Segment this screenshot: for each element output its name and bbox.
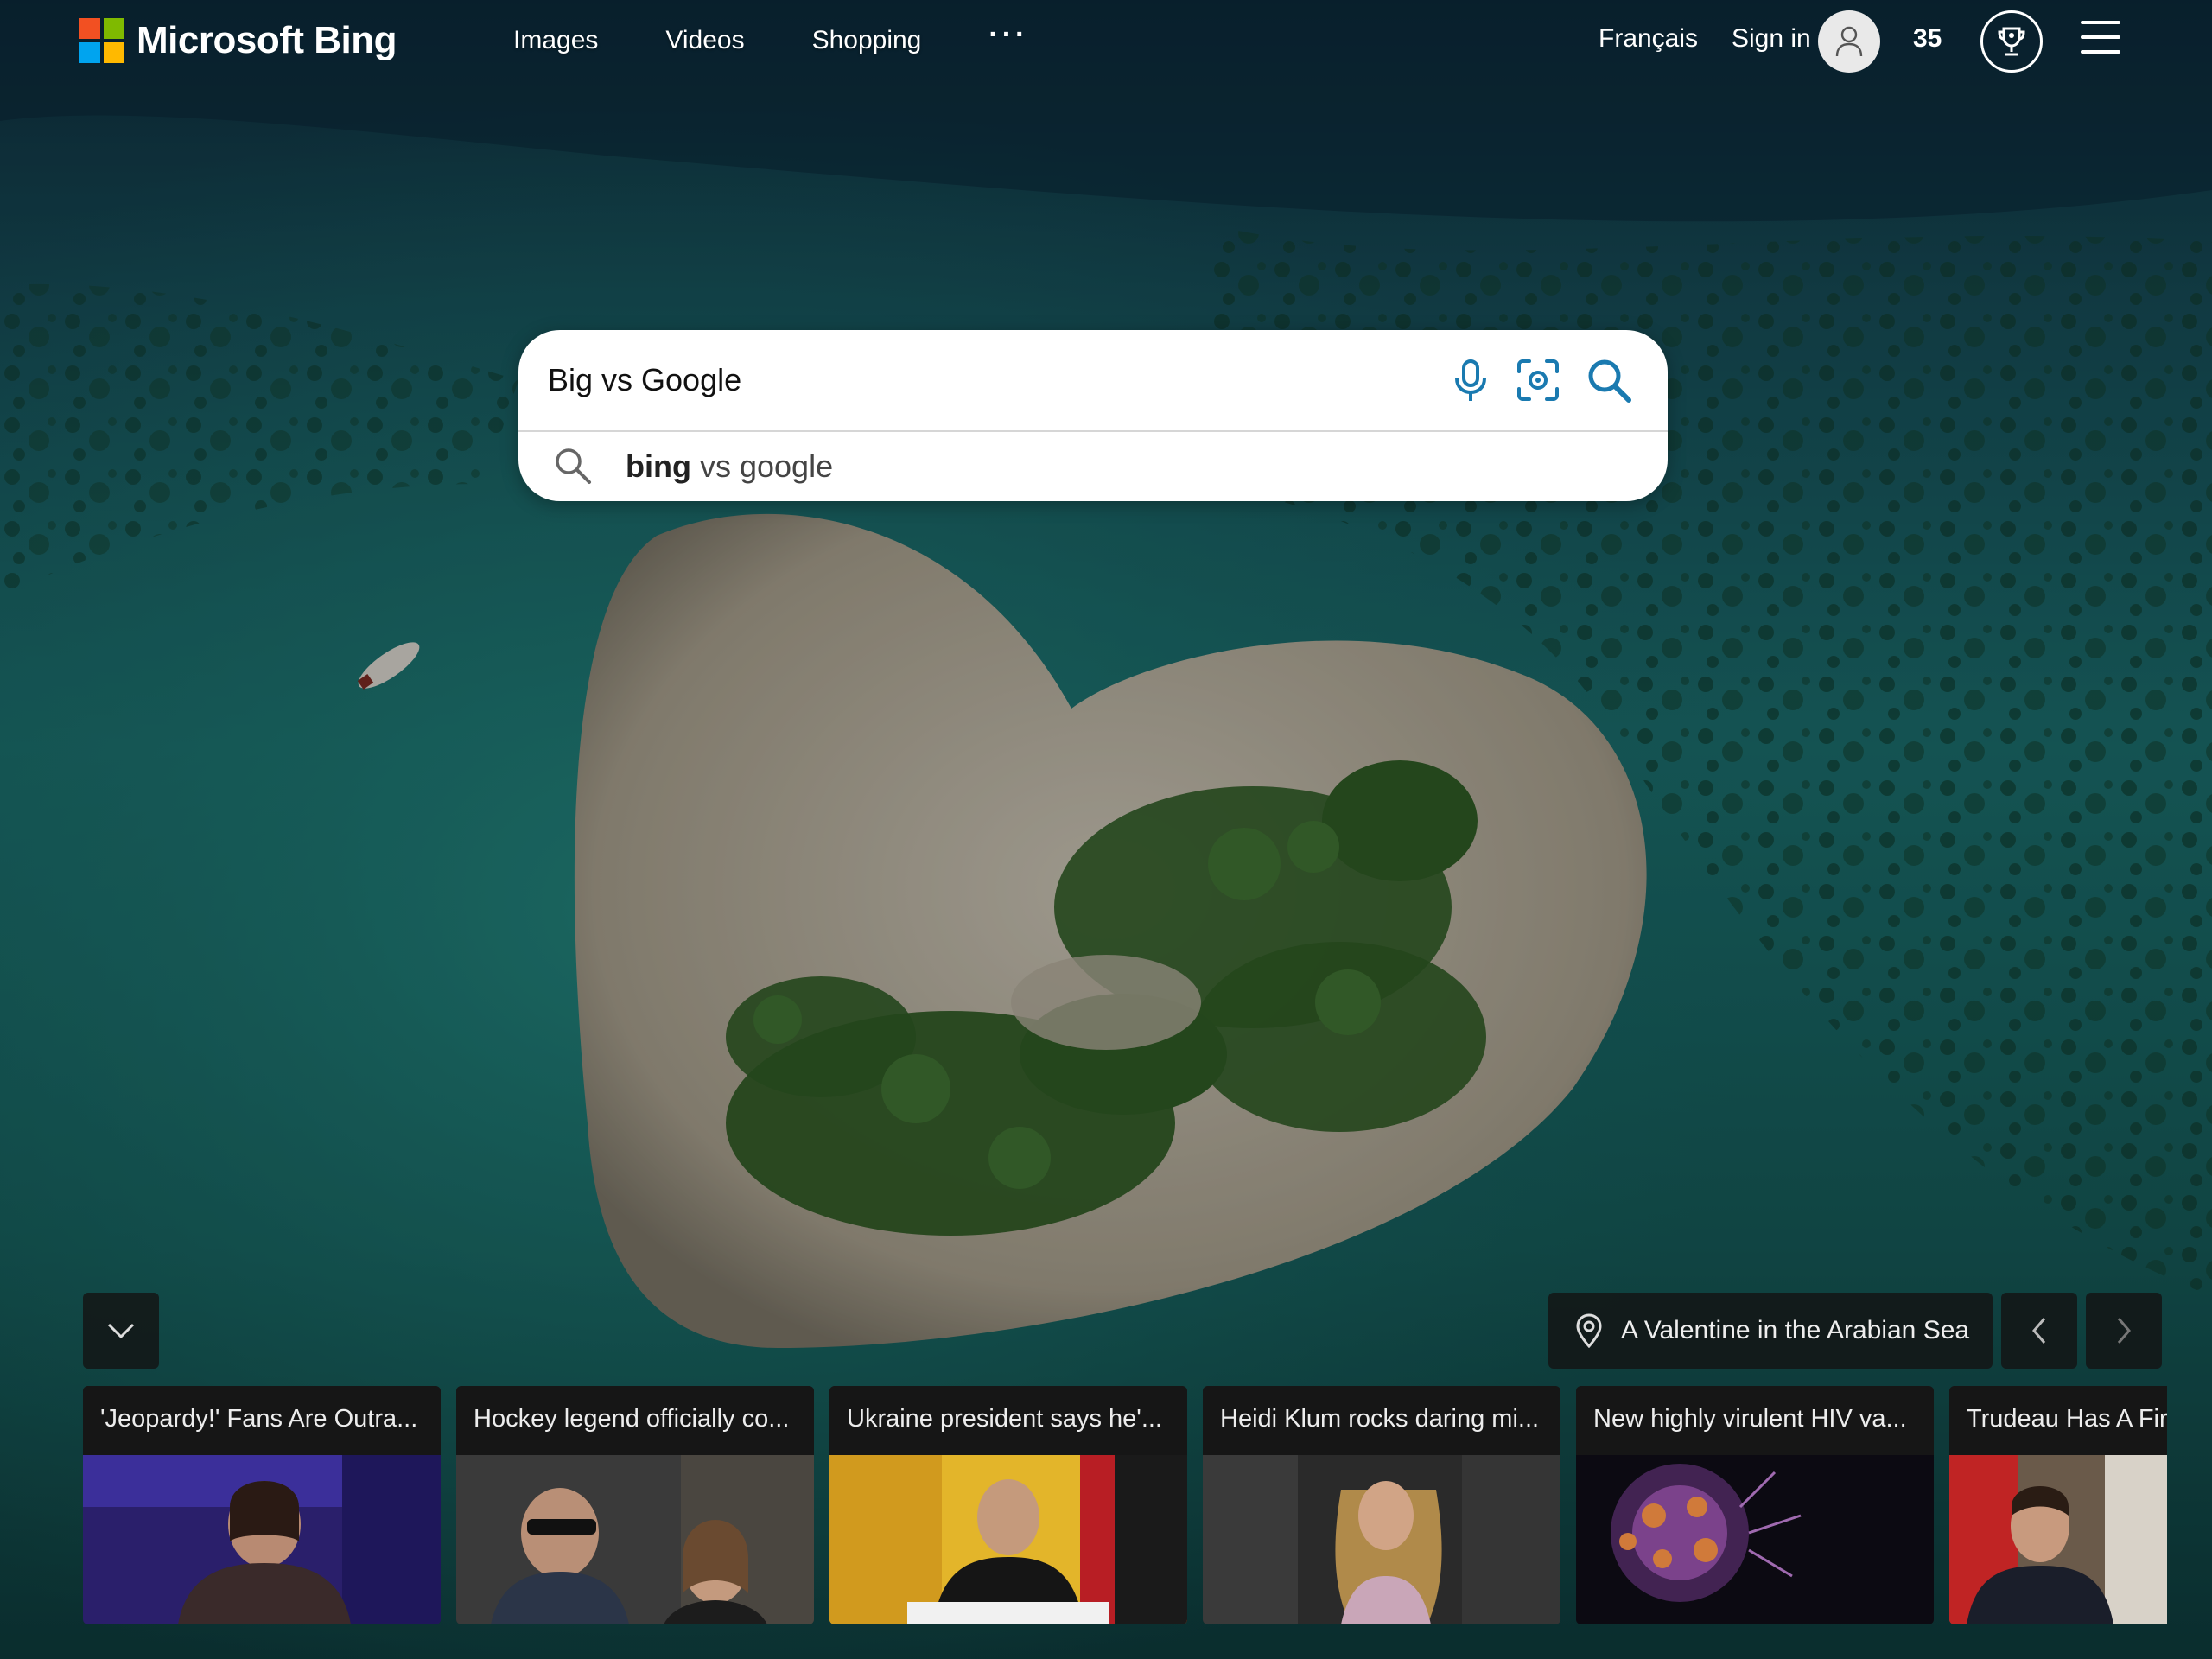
rewards-trophy-icon[interactable]: [1980, 10, 2043, 73]
news-card-image: [456, 1455, 814, 1624]
news-title-text: 'Jeopardy!' Fans Are Outra...: [100, 1405, 418, 1433]
news-card[interactable]: Heidi Klum rocks daring mi...: [1203, 1386, 1560, 1624]
news-title-text: Hockey legend officially co...: [474, 1405, 790, 1433]
news-card[interactable]: 'Jeopardy!' Fans Are Outra...: [83, 1386, 441, 1624]
news-card-title: New highly virulent HIV va...: [1576, 1386, 1934, 1455]
nav-shopping[interactable]: Shopping: [812, 26, 922, 55]
news-title-text: New highly virulent HIV va...: [1593, 1405, 1907, 1433]
news-card[interactable]: Hockey legend officially co...: [456, 1386, 814, 1624]
news-card-title: 'Jeopardy!' Fans Are Outra...: [83, 1386, 441, 1455]
nav-videos[interactable]: Videos: [665, 26, 744, 55]
language-link[interactable]: Français: [1599, 24, 1698, 54]
suggestion-text: bing vs google: [626, 448, 833, 485]
news-card-image: [1949, 1455, 2167, 1624]
rewards-points[interactable]: 35: [1913, 24, 1942, 54]
news-card[interactable]: Ukraine president says he'...: [830, 1386, 1187, 1624]
suggestion-bold: bing: [626, 448, 691, 484]
image-caption[interactable]: A Valentine in the Arabian Sea: [1548, 1293, 1993, 1369]
news-carousel: 'Jeopardy!' Fans Are Outra... Hockey leg…: [83, 1386, 2167, 1624]
news-card[interactable]: New highly virulent HIV va...: [1576, 1386, 1934, 1624]
chevron-right-icon: [2117, 1318, 2131, 1344]
account-area: Français Sign in 35: [1348, 10, 2212, 73]
location-pin-icon: [1576, 1313, 1602, 1348]
collapse-feed-button[interactable]: [83, 1293, 159, 1369]
previous-image-button[interactable]: [2001, 1293, 2077, 1369]
chevron-left-icon: [2032, 1318, 2046, 1344]
news-card-title: Ukraine president says he'...: [830, 1386, 1187, 1455]
more-menu-button[interactable]: ···: [988, 18, 1028, 52]
news-title-text: Ukraine president says he'...: [847, 1405, 1162, 1433]
microsoft-logo-icon: [79, 18, 124, 63]
news-card-image: [83, 1455, 441, 1624]
suggestion-rest: vs google: [690, 448, 834, 484]
next-image-button[interactable]: [2086, 1293, 2162, 1369]
hamburger-menu-icon[interactable]: [2081, 21, 2120, 54]
brand-name: Microsoft Bing: [137, 19, 397, 61]
news-card-title: Hockey legend officially co...: [456, 1386, 814, 1455]
chevron-down-icon: [107, 1323, 135, 1339]
search-row: [518, 330, 1668, 432]
search-input[interactable]: [548, 361, 1377, 399]
news-card-title: Heidi Klum rocks daring mi...: [1203, 1386, 1560, 1455]
user-avatar-icon[interactable]: [1818, 10, 1880, 73]
visual-search-icon[interactable]: [1514, 356, 1562, 404]
nav-images[interactable]: Images: [513, 26, 598, 55]
news-card-title: Trudeau Has A Fir: [1949, 1386, 2167, 1455]
news-card-image: [1203, 1455, 1560, 1624]
news-card-image: [830, 1455, 1187, 1624]
news-title-text: Heidi Klum rocks daring mi...: [1220, 1405, 1540, 1433]
sign-in-link[interactable]: Sign in: [1732, 24, 1811, 54]
news-card[interactable]: Trudeau Has A Fir: [1949, 1386, 2167, 1624]
bing-logo[interactable]: Microsoft Bing: [79, 17, 397, 64]
microphone-icon[interactable]: [1446, 356, 1495, 404]
suggestion-search-icon: [553, 446, 593, 486]
news-card-image: [1576, 1455, 1934, 1624]
search-suggestion[interactable]: bing vs google: [518, 432, 1668, 501]
header: Microsoft Bing Images Videos Shopping ··…: [0, 0, 2212, 86]
caption-text: A Valentine in the Arabian Sea: [1621, 1316, 1970, 1344]
search-icon[interactable]: [1585, 356, 1633, 404]
news-title-text: Trudeau Has A Fir: [1967, 1405, 2167, 1433]
top-nav: Images Videos Shopping ···: [513, 18, 1028, 55]
search-box: bing vs google: [518, 330, 1668, 501]
